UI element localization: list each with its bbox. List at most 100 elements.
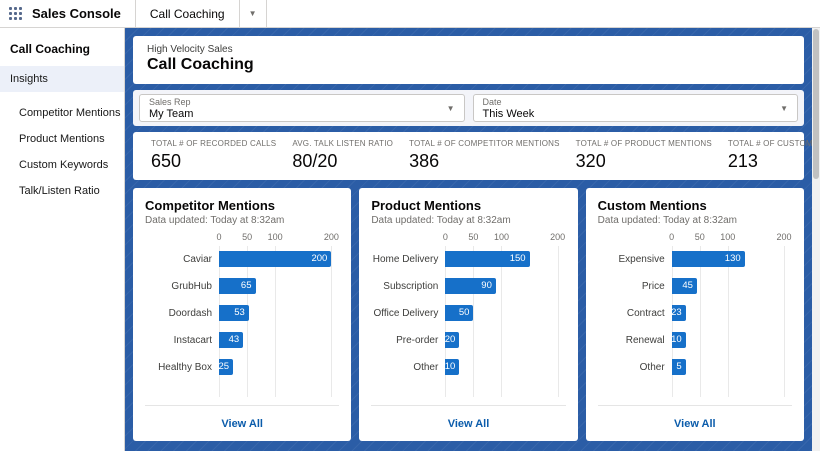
bar-rows: Home Delivery150Subscription90Office Del… [371, 232, 565, 375]
bar-value-label: 10 [671, 332, 682, 348]
bar-pre-order[interactable]: 20 [445, 332, 459, 348]
kpi-label: AVG. TALK LISTEN RATIO [292, 139, 393, 148]
sidebar-item-custom-keywords[interactable]: Custom Keywords [0, 152, 124, 178]
sidebar-title: Call Coaching [0, 30, 124, 66]
category-label: Other [371, 362, 445, 373]
bar-subscription[interactable]: 90 [445, 278, 496, 294]
view-all-link[interactable]: View All [674, 418, 716, 430]
chart-title: Product Mentions [371, 198, 565, 213]
category-label: Healthy Box [145, 362, 219, 373]
bar-track: 150 [445, 251, 557, 267]
sidebar-item-talk-listen-ratio[interactable]: Talk/Listen Ratio [0, 178, 124, 204]
category-label: Renewal [598, 335, 672, 346]
sidebar-item-insights[interactable]: Insights [0, 66, 124, 92]
chart-card-competitor-mentions: Competitor Mentions Data updated: Today a… [133, 188, 351, 441]
bar-track: 10 [445, 359, 557, 375]
filter-sales-rep[interactable]: Sales RepMy Team▼ [139, 94, 465, 122]
filter-value: This Week [483, 108, 781, 120]
chart-subtitle: Data updated: Today at 8:32am [145, 215, 339, 226]
bar-track: 130 [672, 251, 784, 267]
tab-dropdown-button[interactable]: ▼ [239, 0, 267, 27]
bar-chart: 050100200Expensive130Price45Contract23Re… [598, 232, 792, 405]
page-eyebrow: High Velocity Sales [147, 44, 790, 55]
bar-other[interactable]: 10 [445, 359, 459, 375]
bar-row-healthy-box: Healthy Box25 [145, 359, 339, 375]
main-content: High Velocity Sales Call Coaching Sales … [125, 28, 820, 451]
bar-row-subscription: Subscription90 [371, 278, 565, 294]
bar-value-label: 130 [725, 251, 741, 267]
bar-value-label: 23 [671, 305, 682, 321]
view-all-footer: View All [371, 405, 565, 441]
chart-subtitle: Data updated: Today at 8:32am [371, 215, 565, 226]
app-launcher-icon [9, 7, 22, 20]
bar-instacart[interactable]: 43 [219, 332, 243, 348]
kpi-label: TOTAL # OF COMPETITOR MENTIONS [409, 139, 560, 148]
sidebar-item-competitor-mentions[interactable]: Competitor Mentions [0, 100, 124, 126]
bar-row-pre-order: Pre-order20 [371, 332, 565, 348]
bar-contract[interactable]: 23 [672, 305, 686, 321]
bar-value-label: 65 [241, 278, 252, 294]
chevron-down-icon: ▼ [249, 9, 257, 18]
bar-row-office-delivery: Office Delivery50 [371, 305, 565, 321]
filter-label: Sales Rep [149, 97, 447, 108]
bar-price[interactable]: 45 [672, 278, 697, 294]
bar-row-renewal: Renewal10 [598, 332, 792, 348]
kpi-value: 320 [576, 151, 712, 172]
bar-rows: Expensive130Price45Contract23Renewal10Ot… [598, 232, 792, 375]
sidebar: Call Coaching Insights Competitor Mention… [0, 28, 125, 451]
page-header-card: High Velocity Sales Call Coaching [133, 36, 804, 84]
bar-other[interactable]: 5 [672, 359, 686, 375]
bar-doordash[interactable]: 53 [219, 305, 249, 321]
kpi-summary-bar: TOTAL # OF RECORDED CALLS650AVG. TALK LI… [133, 132, 804, 180]
bar-value-label: 43 [229, 332, 240, 348]
kpi-label: TOTAL # OF RECORDED CALLS [151, 139, 276, 148]
chart-title: Custom Mentions [598, 198, 792, 213]
bar-track: 23 [672, 305, 784, 321]
kpi-total-of-recorded-calls: TOTAL # OF RECORDED CALLS650 [143, 139, 284, 172]
kpi-value: 213 [728, 151, 820, 172]
bar-track: 43 [219, 332, 331, 348]
bar-healthy-box[interactable]: 25 [219, 359, 233, 375]
scrollbar-thumb[interactable] [813, 29, 819, 179]
bar-track: 5 [672, 359, 784, 375]
bar-renewal[interactable]: 10 [672, 332, 686, 348]
category-label: Other [598, 362, 672, 373]
body: Call Coaching Insights Competitor Mention… [0, 28, 820, 451]
bar-row-other: Other10 [371, 359, 565, 375]
filter-label: Date [483, 97, 781, 108]
view-all-footer: View All [598, 405, 792, 441]
bar-track: 50 [445, 305, 557, 321]
app-name: Sales Console [30, 0, 135, 27]
kpi-value: 80/20 [292, 151, 393, 172]
bar-chart: 050100200Caviar200GrubHub65Doordash53Ins… [145, 232, 339, 405]
bar-track: 25 [219, 359, 331, 375]
view-all-link[interactable]: View All [448, 418, 490, 430]
bar-caviar[interactable]: 200 [219, 251, 331, 267]
tab-call-coaching[interactable]: Call Coaching [135, 0, 239, 27]
bar-grubhub[interactable]: 65 [219, 278, 256, 294]
bar-row-instacart: Instacart43 [145, 332, 339, 348]
bar-office-delivery[interactable]: 50 [445, 305, 473, 321]
view-all-footer: View All [145, 405, 339, 441]
scrollbar[interactable] [812, 28, 820, 451]
filter-date[interactable]: DateThis Week▼ [473, 94, 799, 122]
bar-track: 65 [219, 278, 331, 294]
charts-row: Competitor Mentions Data updated: Today a… [133, 188, 804, 451]
bar-track: 90 [445, 278, 557, 294]
bar-home-delivery[interactable]: 150 [445, 251, 529, 267]
view-all-link[interactable]: View All [221, 418, 263, 430]
bar-track: 20 [445, 332, 557, 348]
bar-value-label: 90 [481, 278, 492, 294]
bar-value-label: 10 [445, 359, 456, 375]
chart-title: Competitor Mentions [145, 198, 339, 213]
bar-expensive[interactable]: 130 [672, 251, 745, 267]
chart-card-product-mentions: Product Mentions Data updated: Today at 8… [359, 188, 577, 441]
chevron-down-icon: ▼ [780, 104, 788, 113]
sidebar-item-product-mentions[interactable]: Product Mentions [0, 126, 124, 152]
kpi-avg-talk-listen-ratio: AVG. TALK LISTEN RATIO 80/20 [284, 139, 401, 172]
bar-track: 10 [672, 332, 784, 348]
kpi-value: 386 [409, 151, 560, 172]
global-header: Sales Console Call Coaching ▼ [0, 0, 820, 28]
app-launcher-button[interactable] [0, 0, 30, 27]
kpi-total-of-product-mentions: TOTAL # OF PRODUCT MENTIONS320 [568, 139, 720, 172]
